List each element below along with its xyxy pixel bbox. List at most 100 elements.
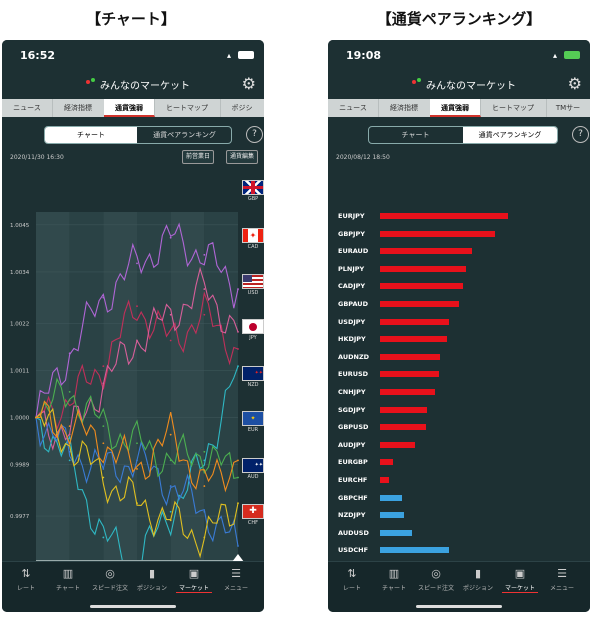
tab-bar: ニュース 経済指標 通貨強弱 ヒートマップ TMサー [328, 99, 590, 117]
pair-bar-usdchf[interactable] [380, 547, 450, 554]
flag-chf[interactable]: ✚ CHF [242, 504, 264, 526]
speed-order-icon: ◎ [105, 567, 115, 580]
tab-2[interactable]: 経済指標 [52, 99, 105, 117]
menu-icon: ☰ [231, 567, 241, 580]
status-time: 16:52 [20, 49, 56, 62]
nav-item-6[interactable]: ☰ メニュー [218, 566, 254, 592]
data-point-usd [169, 313, 172, 316]
data-point-aud [237, 502, 239, 505]
data-point-gbp [136, 262, 138, 265]
position-icon: ▮ [148, 567, 156, 580]
segment-chart[interactable]: チャート [369, 127, 462, 143]
flag-aud[interactable]: ✦✦ AUD [242, 458, 264, 480]
app-title: みんなのマーケット [100, 81, 190, 92]
nav-item-4[interactable]: ▮ ポジション [134, 566, 170, 592]
nav-label: メニュー [223, 585, 248, 592]
pair-label: AUDNZD [338, 352, 370, 361]
data-point-chf [102, 442, 105, 445]
period-button[interactable]: 前営業日 [182, 150, 215, 164]
data-point-chf [203, 485, 206, 487]
caption-chart: 【チャート】 [86, 10, 176, 28]
segment-ranking[interactable]: 通貨ペアランキング [463, 127, 557, 143]
pair-bar-gbpusd[interactable] [380, 424, 427, 431]
data-point-usd [237, 331, 239, 333]
data-point-cad [169, 339, 172, 342]
pair-bar-nzdjpy[interactable] [380, 512, 405, 519]
flag-label-chf: CHF [247, 520, 259, 526]
segment-ranking[interactable]: 通貨ペアランキング [138, 127, 231, 143]
nav-item-1[interactable]: ⇅ レート [8, 566, 44, 592]
flag-cad[interactable]: ✦ CAD [242, 228, 264, 250]
pair-bar-eurusd[interactable] [380, 371, 439, 378]
data-point-eur [169, 459, 172, 462]
tab-4[interactable]: ヒートマップ [154, 99, 221, 117]
rate-icon: ⇅ [21, 567, 31, 580]
pair-bar-gbpaud[interactable] [380, 301, 460, 307]
nav-item-4[interactable]: ▮ ポジション [460, 566, 496, 592]
pair-label: HKDJPY [338, 335, 366, 344]
pair-bar-euraud[interactable] [380, 248, 473, 255]
nav-item-2[interactable]: ▥ チャート [376, 566, 412, 592]
tab-1[interactable]: ニュース [2, 99, 53, 117]
flag-eur[interactable]: ✦ EUR [242, 411, 264, 433]
help-icon[interactable]: ? [572, 126, 589, 143]
currency-strength-chart[interactable]: 1.0045 1.0034 1.0022 1.0011 1.0000 0.9989 0.99… [2, 168, 264, 568]
nav-item-5[interactable]: ▣ マーケット [176, 566, 212, 593]
tab-5[interactable]: TMサー [546, 99, 590, 117]
nav-item-2[interactable]: ▥ チャート [50, 566, 86, 592]
pair-bar-eurgbp[interactable] [380, 459, 393, 466]
pair-bar-gbpchf[interactable] [380, 494, 402, 501]
tab-3[interactable]: 通貨強弱 [430, 99, 481, 117]
data-point-cad [203, 313, 206, 316]
battery-icon [238, 51, 254, 59]
pair-bar-audjpy[interactable] [380, 441, 415, 448]
pair-bar-cadjpy[interactable] [380, 283, 464, 290]
pair-label: GBPAUD [338, 300, 368, 308]
pair-bar-cnhjpy[interactable] [380, 389, 436, 395]
gear-icon[interactable]: ⚙ [568, 74, 582, 93]
chart-band [137, 212, 171, 568]
tab-4[interactable]: ヒートマップ [480, 99, 547, 117]
segment-chart[interactable]: チャート [45, 127, 137, 143]
rate-icon: ⇅ [347, 567, 357, 580]
data-point-jpy [102, 536, 105, 539]
data-point-chf [169, 433, 172, 436]
nav-item-6[interactable]: ☰ メニュー [544, 566, 580, 592]
data-point-jpy [68, 459, 71, 462]
nav-label: スピード注文 [418, 585, 455, 592]
pair-bar-sgdjpy[interactable] [380, 406, 428, 413]
pair-label: GBPJPY [338, 229, 365, 238]
wifi-icon: ▴ [552, 51, 558, 60]
pair-bar-audusd[interactable] [380, 529, 412, 536]
pair-bar-gbpjpy[interactable] [380, 230, 496, 237]
pair-bar-usdjpy[interactable] [380, 318, 450, 325]
gear-icon[interactable]: ⚙ [242, 74, 256, 93]
pair-label: EURAUD [338, 247, 369, 256]
nav-item-3[interactable]: ◎ スピード注文 [92, 566, 128, 592]
pair-bar-eurchf[interactable] [380, 477, 389, 483]
flag-usd[interactable]: USD [242, 274, 264, 296]
data-point-usd [68, 433, 71, 436]
pair-bar-audnzd[interactable] [380, 353, 441, 360]
status-time: 19:08 [346, 49, 382, 62]
tab-3[interactable]: 通貨強弱 [104, 99, 155, 117]
nav-item-1[interactable]: ⇅ レート [334, 566, 370, 592]
help-icon[interactable]: ? [246, 126, 263, 143]
nav-label: レート [342, 585, 361, 592]
pair-bar-hkdjpy[interactable] [380, 336, 447, 343]
chart-icon: ▥ [62, 567, 74, 580]
data-point-gbp [203, 253, 206, 256]
tab-2[interactable]: 経済指標 [378, 99, 431, 117]
tab-1[interactable]: ニュース [328, 99, 379, 117]
tab-5[interactable]: ポジシ [220, 99, 264, 117]
pair-bar-eurjpy[interactable] [380, 213, 508, 219]
pair-bar-plnjpy[interactable] [380, 265, 466, 272]
edit-currency-button[interactable]: 通貨編集 [226, 150, 259, 164]
flag-jpy[interactable]: JPY [242, 319, 264, 341]
flag-nzd[interactable]: ✦✦ NZD [242, 366, 264, 388]
flag-gbp[interactable]: GBP [242, 180, 264, 202]
y-tick-label: 0.9977 [10, 514, 30, 520]
nav-item-5[interactable]: ▣ マーケット [502, 566, 538, 593]
nav-item-3[interactable]: ◎ スピード注文 [418, 566, 454, 592]
uk-flag-icon [242, 180, 264, 195]
